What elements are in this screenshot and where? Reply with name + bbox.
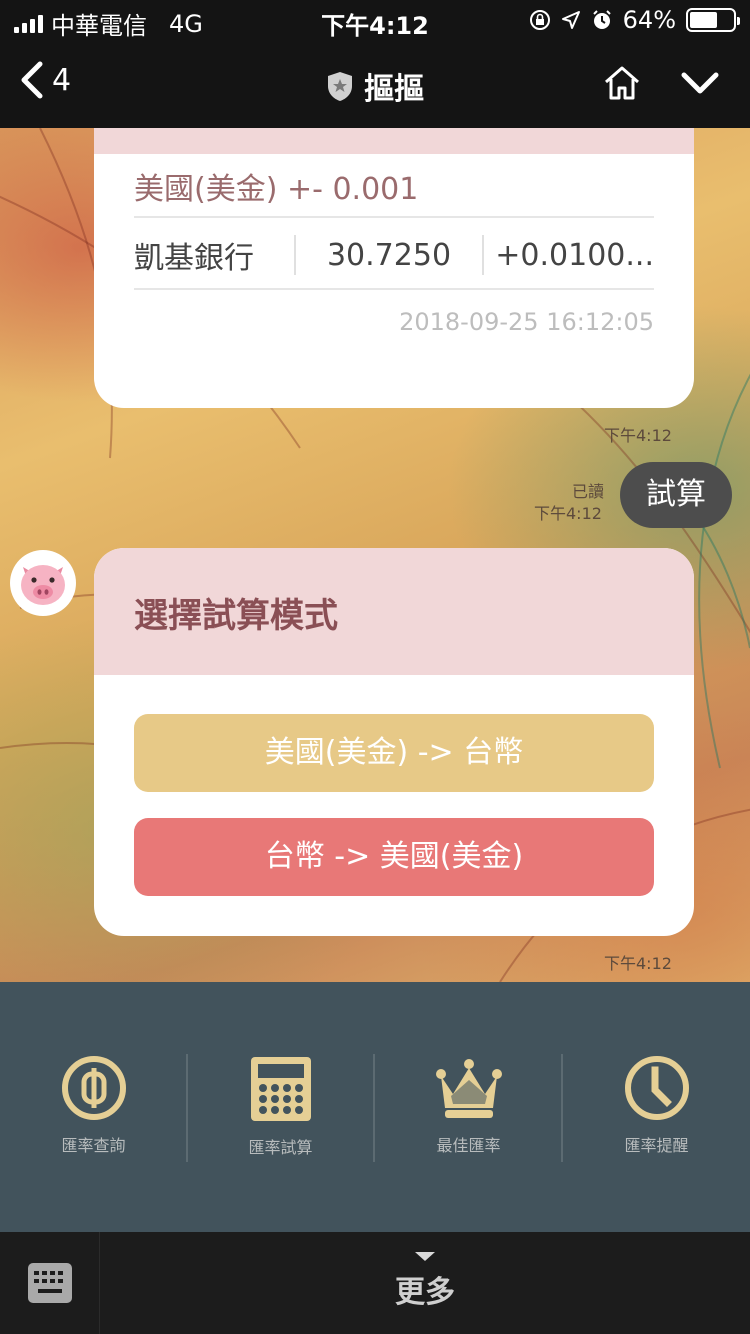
bottom-toolbar: 更多 (0, 1232, 750, 1334)
mode-title: 選擇試算模式 (134, 596, 338, 636)
nav-actions (602, 64, 720, 102)
alarm-icon (592, 10, 611, 29)
home-icon[interactable] (602, 64, 642, 102)
keyboard-button[interactable] (0, 1232, 100, 1334)
mode-select-card: 選擇試算模式 美國(美金) -> 台幣 台幣 -> 美國(美金) (94, 548, 694, 936)
status-right: 64% (529, 6, 740, 34)
rate-card-header (94, 128, 694, 154)
rich-menu-item-best-rate[interactable]: 最佳匯率 (375, 1054, 562, 1164)
rate-info-card: 美國(美金) +- 0.001 凱基銀行 30.7250 +0.0100... … (94, 128, 694, 408)
location-arrow-icon (561, 11, 580, 29)
message-timestamp: 下午4:12 (604, 426, 672, 445)
dollar-coin-icon (61, 1056, 126, 1120)
chevron-down-icon[interactable] (680, 70, 720, 96)
message-timestamp: 下午4:12 (534, 504, 602, 523)
mode-card-header: 選擇試算模式 (94, 548, 694, 675)
pig-face-icon (21, 565, 65, 605)
divider (134, 216, 654, 218)
keyboard-icon (27, 1263, 72, 1303)
chat-area[interactable]: 美國(美金) +- 0.001 凱基銀行 30.7250 +0.0100... … (0, 128, 750, 982)
rich-menu-item-rate-alert[interactable]: 匯率提醒 (563, 1054, 750, 1164)
clock-icon (624, 1056, 689, 1120)
rich-menu-label: 匯率試算 (248, 1138, 313, 1157)
battery-level (690, 12, 717, 28)
rich-menu: 匯率查詢 匯率試算 最佳匯率 匯率提醒 (0, 982, 750, 1232)
status-bar: 中華電信 4G 下午4:12 64% (0, 0, 750, 42)
message-timestamp: 下午4:12 (604, 954, 672, 973)
orientation-lock-icon (529, 10, 550, 30)
page-title: 摳摳 (364, 72, 424, 107)
rate-change: +0.0100... (495, 237, 654, 273)
read-receipt: 已讀 (572, 482, 605, 501)
rate-datetime: 2018-09-25 16:12:05 (399, 308, 654, 336)
shield-star-icon (328, 72, 352, 101)
battery-icon (686, 8, 740, 32)
user-message-bubble[interactable]: 試算 (620, 462, 732, 528)
currency-title: 美國(美金) +- 0.001 (134, 172, 419, 207)
rate-value: 30.7250 (326, 237, 452, 273)
divider (134, 288, 654, 290)
twd-to-usd-button[interactable]: 台幣 -> 美國(美金) (134, 818, 654, 896)
crown-icon (435, 1059, 502, 1118)
bot-avatar[interactable] (10, 550, 76, 616)
rich-menu-item-rate-query[interactable]: 匯率查詢 (0, 1054, 187, 1164)
battery-percent: 64% (622, 6, 676, 34)
more-label: 更多 (395, 1275, 455, 1310)
rate-row: 凱基銀行 30.7250 +0.0100... (134, 230, 654, 280)
rich-menu-label: 匯率查詢 (61, 1136, 126, 1155)
rich-menu-item-rate-calc[interactable]: 匯率試算 (187, 1054, 374, 1164)
usd-to-twd-button[interactable]: 美國(美金) -> 台幣 (134, 714, 654, 792)
rich-menu-label: 最佳匯率 (436, 1136, 501, 1155)
nav-bar: 4 摳摳 (0, 42, 750, 128)
calculator-icon (250, 1057, 311, 1121)
caret-down-icon (415, 1252, 435, 1261)
rich-menu-label: 匯率提醒 (624, 1136, 689, 1155)
more-menu-toggle[interactable]: 更多 (100, 1232, 750, 1334)
bank-name: 凱基銀行 (134, 241, 254, 276)
